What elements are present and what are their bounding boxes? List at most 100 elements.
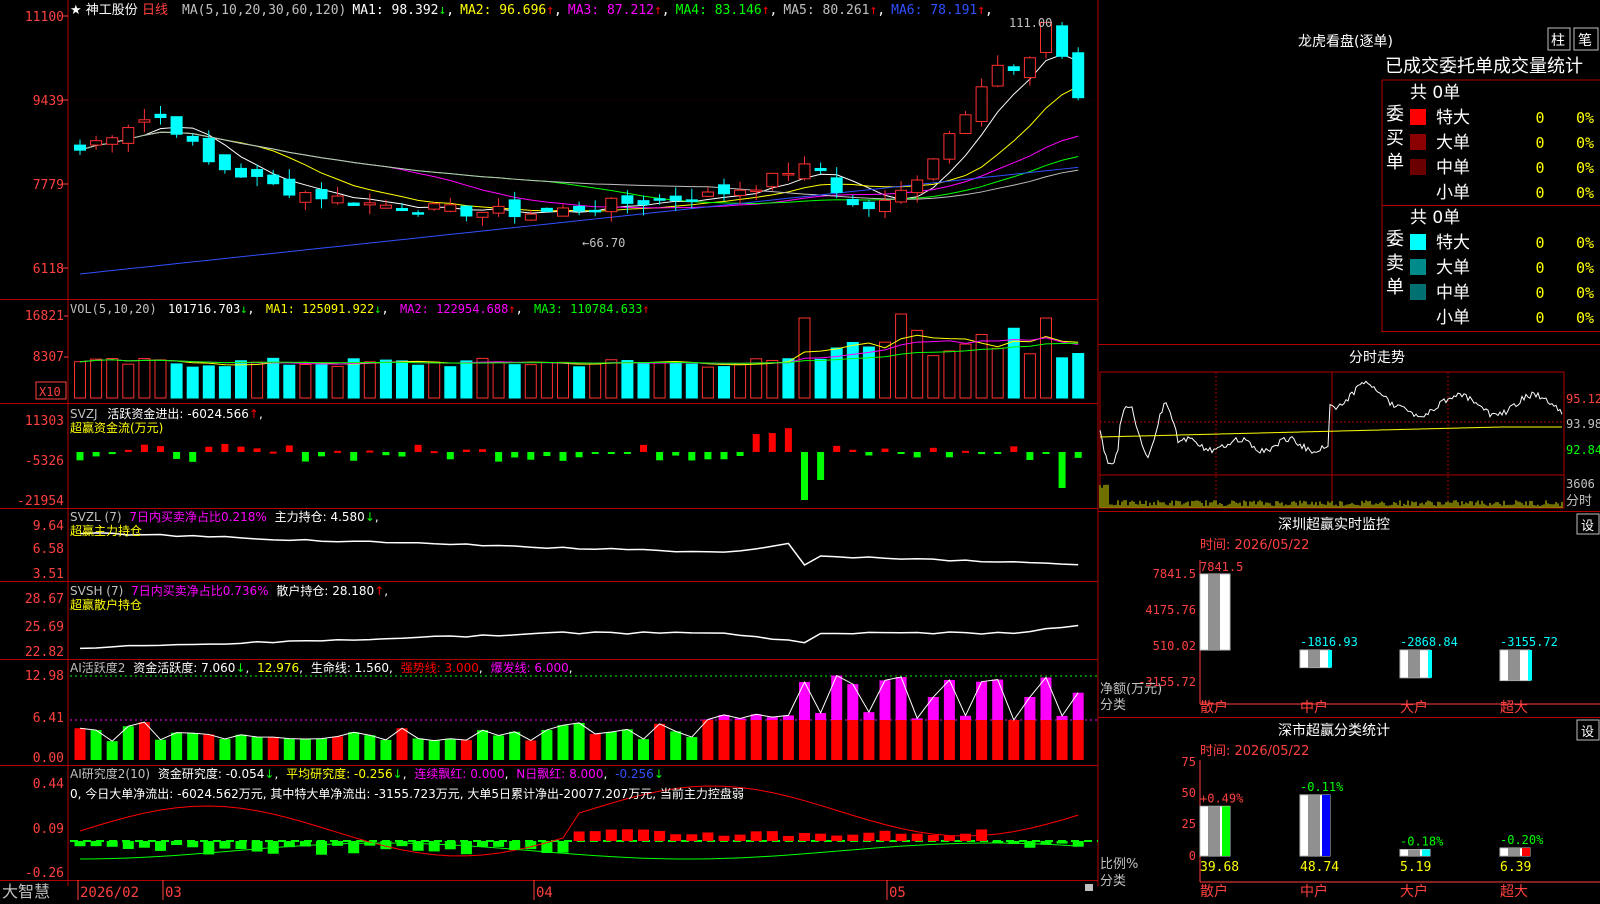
candle-body[interactable] (767, 173, 778, 186)
candle-body[interactable] (107, 138, 118, 145)
candle-body[interactable] (91, 141, 102, 145)
candle-body[interactable] (863, 202, 874, 208)
lock-icon[interactable] (1085, 884, 1093, 891)
candle-body[interactable] (219, 155, 230, 170)
volume-bar[interactable] (606, 360, 617, 398)
candle-body[interactable] (187, 136, 198, 141)
volume-bar[interactable] (574, 367, 585, 398)
volume-bar[interactable] (912, 330, 923, 398)
candle-body[interactable] (751, 190, 762, 192)
volume-bar[interactable] (429, 362, 440, 398)
volume-bar[interactable] (397, 361, 408, 398)
candle-body[interactable] (831, 178, 842, 193)
candle-body[interactable] (139, 120, 150, 122)
candle-body[interactable] (847, 200, 858, 205)
candle-body[interactable] (992, 65, 1003, 86)
volume-bar[interactable] (1024, 354, 1035, 398)
volume-bar[interactable] (380, 360, 391, 398)
candle-body[interactable] (300, 193, 311, 203)
volume-bar[interactable] (558, 362, 569, 398)
volume-bar[interactable] (284, 365, 295, 398)
volume-bar[interactable] (815, 359, 826, 398)
candle-body[interactable] (815, 168, 826, 170)
candle-body[interactable] (928, 159, 939, 179)
volume-bar[interactable] (1041, 318, 1052, 398)
candle-body[interactable] (477, 212, 488, 217)
volume-bar[interactable] (686, 364, 697, 398)
volume-bar[interactable] (461, 361, 472, 398)
volume-bar[interactable] (735, 364, 746, 398)
candle-body[interactable] (413, 213, 424, 215)
volume-bar[interactable] (477, 358, 488, 398)
candle-body[interactable] (670, 196, 681, 200)
volume-bar[interactable] (268, 358, 279, 398)
volume-bar[interactable] (1008, 328, 1019, 398)
candle-body[interactable] (203, 138, 214, 161)
volume-bar[interactable] (252, 362, 263, 398)
volume-bar[interactable] (783, 359, 794, 398)
volume-bar[interactable] (219, 367, 230, 398)
volume-bar[interactable] (316, 365, 327, 398)
candle-body[interactable] (541, 208, 552, 211)
candle-body[interactable] (622, 196, 633, 204)
candle-body[interactable] (638, 201, 649, 205)
candle-body[interactable] (268, 175, 279, 184)
volume-bar[interactable] (863, 347, 874, 398)
volume-bar[interactable] (702, 367, 713, 398)
volume-bar[interactable] (992, 348, 1003, 398)
volume-bar[interactable] (847, 342, 858, 398)
volume-bar[interactable] (139, 359, 150, 398)
volume-bar[interactable] (525, 365, 536, 398)
volume-bar[interactable] (654, 363, 665, 398)
candle-body[interactable] (686, 200, 697, 202)
candle-body[interactable] (445, 205, 456, 212)
candle-body[interactable] (509, 200, 520, 217)
candle-body[interactable] (1008, 67, 1019, 71)
candle-body[interactable] (719, 185, 730, 194)
volume-bar[interactable] (541, 362, 552, 398)
volume-bar[interactable] (91, 359, 102, 398)
candle-body[interactable] (75, 145, 86, 150)
candle-body[interactable] (1024, 58, 1035, 78)
volume-bar[interactable] (75, 362, 86, 398)
period-label[interactable]: 日线 (142, 3, 168, 18)
candle-body[interactable] (171, 117, 182, 135)
candle-body[interactable] (348, 203, 359, 205)
volume-bar[interactable] (719, 367, 730, 398)
favorite-star[interactable]: ★ (70, 3, 82, 18)
candle-body[interactable] (735, 190, 746, 195)
candle-body[interactable] (606, 198, 617, 211)
volume-bar[interactable] (831, 348, 842, 398)
volume-bar[interactable] (236, 361, 247, 398)
volume-bar[interactable] (590, 364, 601, 398)
candle-body[interactable] (461, 206, 472, 216)
volume-bar[interactable] (622, 361, 633, 398)
candle-body[interactable] (525, 214, 536, 220)
volume-bar[interactable] (1057, 358, 1068, 398)
candle-body[interactable] (397, 208, 408, 210)
candle-body[interactable] (702, 192, 713, 196)
volume-bar[interactable] (123, 364, 134, 398)
volume-bar[interactable] (187, 367, 198, 398)
volume-bar[interactable] (670, 362, 681, 398)
candle-body[interactable] (880, 200, 891, 211)
candle-body[interactable] (493, 206, 504, 213)
volume-bar[interactable] (413, 365, 424, 398)
candle-body[interactable] (558, 208, 569, 216)
candle-body[interactable] (1057, 26, 1068, 56)
candle-body[interactable] (912, 180, 923, 193)
candle-body[interactable] (654, 199, 665, 201)
volume-bar[interactable] (203, 366, 214, 398)
candle-body[interactable] (896, 190, 907, 202)
candle-body[interactable] (252, 170, 263, 177)
candle-body[interactable] (155, 114, 166, 117)
candle-body[interactable] (574, 206, 585, 211)
candle-body[interactable] (976, 87, 987, 122)
volume-bar[interactable] (445, 367, 456, 398)
candle-body[interactable] (429, 204, 440, 209)
volume-bar[interactable] (638, 363, 649, 398)
volume-bar[interactable] (300, 364, 311, 398)
candle-body[interactable] (284, 179, 295, 195)
volume-bar[interactable] (944, 351, 955, 398)
volume-bar[interactable] (107, 359, 118, 398)
